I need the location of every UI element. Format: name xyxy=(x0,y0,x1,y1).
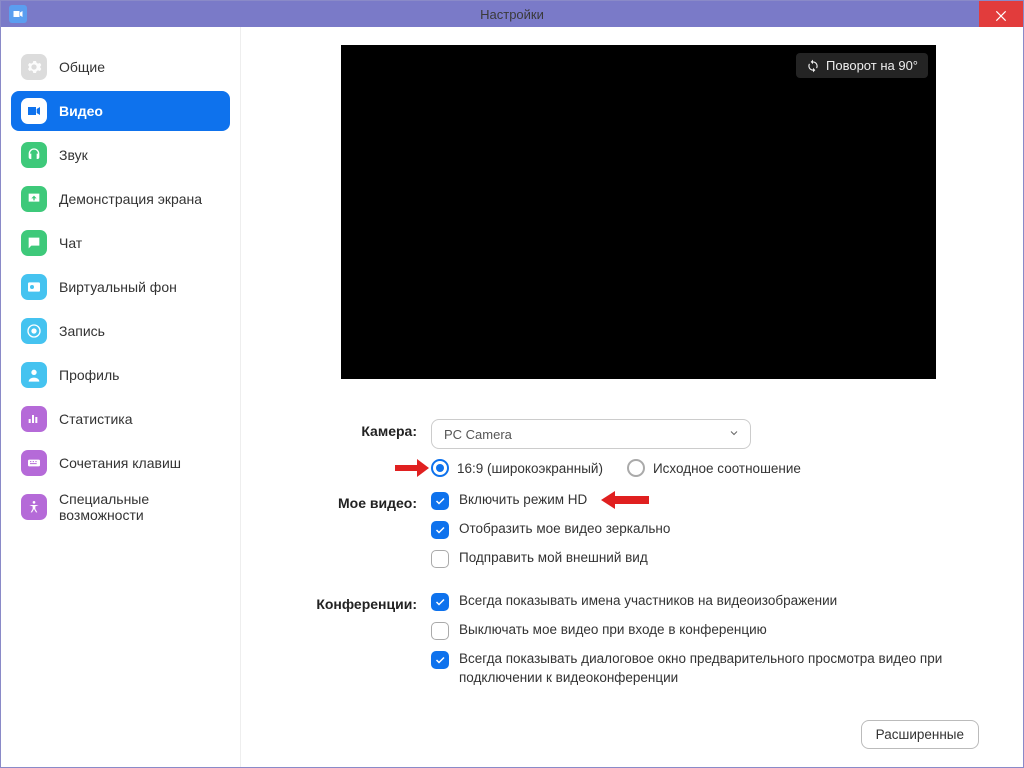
camera-icon xyxy=(21,98,47,124)
sidebar-item-7[interactable]: Профиль xyxy=(11,355,230,395)
record-icon xyxy=(21,318,47,344)
checkbox[interactable] xyxy=(431,492,449,510)
sidebar-item-label: Общие xyxy=(59,59,105,75)
rotate-icon xyxy=(806,59,820,73)
ratio-wide-label: 16:9 (широкоэкранный) xyxy=(457,461,603,476)
ratio-wide-radio[interactable]: 16:9 (широкоэкранный) xyxy=(431,459,603,477)
sidebar-item-label: Виртуальный фон xyxy=(59,279,177,295)
camera-selected: PC Camera xyxy=(444,427,512,442)
sidebar-item-1[interactable]: Видео xyxy=(11,91,230,131)
sidebar-item-9[interactable]: Сочетания клавиш xyxy=(11,443,230,483)
video-preview: Поворот на 90° xyxy=(341,45,936,379)
window-title: Настройки xyxy=(480,7,544,22)
sidebar-item-label: Чат xyxy=(59,235,82,251)
meetings-option-2[interactable]: Всегда показывать диалоговое окно предва… xyxy=(431,650,999,688)
my-video-label: Мое видео: xyxy=(301,491,431,578)
check-label: Всегда показывать диалоговое окно предва… xyxy=(459,650,959,688)
checkbox[interactable] xyxy=(431,593,449,611)
meetings-label: Конференции: xyxy=(301,592,431,698)
rotate-button[interactable]: Поворот на 90° xyxy=(796,53,928,78)
stats-icon xyxy=(21,406,47,432)
ratio-orig-radio[interactable]: Исходное соотношение xyxy=(627,459,801,477)
sidebar-item-label: Видео xyxy=(59,103,103,119)
sidebar-item-label: Запись xyxy=(59,323,105,339)
checkbox[interactable] xyxy=(431,521,449,539)
content: Поворот на 90° Камера: PC Camera xyxy=(241,27,1023,767)
meetings-option-1[interactable]: Выключать мое видео при входе в конферен… xyxy=(431,621,999,640)
advanced-button[interactable]: Расширенные xyxy=(861,720,979,749)
sidebar-item-label: Статистика xyxy=(59,411,133,427)
sidebar-item-label: Специальные возможности xyxy=(59,491,220,523)
meetings-option-0[interactable]: Всегда показывать имена участников на ви… xyxy=(431,592,999,611)
headset-icon xyxy=(21,142,47,168)
check-label: Включить режим HD xyxy=(459,491,587,510)
sidebar-item-label: Звук xyxy=(59,147,88,163)
checkbox[interactable] xyxy=(431,622,449,640)
check-label: Выключать мое видео при входе в конферен… xyxy=(459,621,767,640)
camera-label: Камера: xyxy=(301,419,431,477)
chevron-down-icon xyxy=(728,427,740,442)
sidebar-item-8[interactable]: Статистика xyxy=(11,399,230,439)
share-icon xyxy=(21,186,47,212)
chat-icon xyxy=(21,230,47,256)
sidebar-item-0[interactable]: Общие xyxy=(11,47,230,87)
sidebar-item-2[interactable]: Звук xyxy=(11,135,230,175)
checkbox[interactable] xyxy=(431,550,449,568)
virtual-icon xyxy=(21,274,47,300)
my-video-option-1[interactable]: Отобразить мое видео зеркально xyxy=(431,520,999,539)
rotate-label: Поворот на 90° xyxy=(826,58,918,73)
app-icon xyxy=(9,5,27,23)
sidebar-item-10[interactable]: Специальные возможности xyxy=(11,487,230,527)
keyboard-icon xyxy=(21,450,47,476)
sidebar-item-3[interactable]: Демонстрация экрана xyxy=(11,179,230,219)
sidebar-item-4[interactable]: Чат xyxy=(11,223,230,263)
gear-icon xyxy=(21,54,47,80)
check-label: Всегда показывать имена участников на ви… xyxy=(459,592,837,611)
settings-window: Настройки Общие Видео Звук Демонстрация экр… xyxy=(0,0,1024,768)
sidebar-item-label: Профиль xyxy=(59,367,119,383)
check-label: Подправить мой внешний вид xyxy=(459,549,648,568)
sidebar-item-6[interactable]: Запись xyxy=(11,311,230,351)
sidebar-item-label: Демонстрация экрана xyxy=(59,191,202,207)
my-video-option-0[interactable]: Включить режим HD xyxy=(431,491,999,510)
sidebar: Общие Видео Звук Демонстрация экрана Чат Вирт… xyxy=(1,27,241,767)
sidebar-item-5[interactable]: Виртуальный фон xyxy=(11,267,230,307)
access-icon xyxy=(21,494,47,520)
camera-select[interactable]: PC Camera xyxy=(431,419,751,449)
titlebar: Настройки xyxy=(1,1,1023,27)
my-video-option-2[interactable]: Подправить мой внешний вид xyxy=(431,549,999,568)
checkbox[interactable] xyxy=(431,651,449,669)
profile-icon xyxy=(21,362,47,388)
check-label: Отобразить мое видео зеркально xyxy=(459,520,670,539)
ratio-orig-label: Исходное соотношение xyxy=(653,461,801,476)
sidebar-item-label: Сочетания клавиш xyxy=(59,455,181,471)
